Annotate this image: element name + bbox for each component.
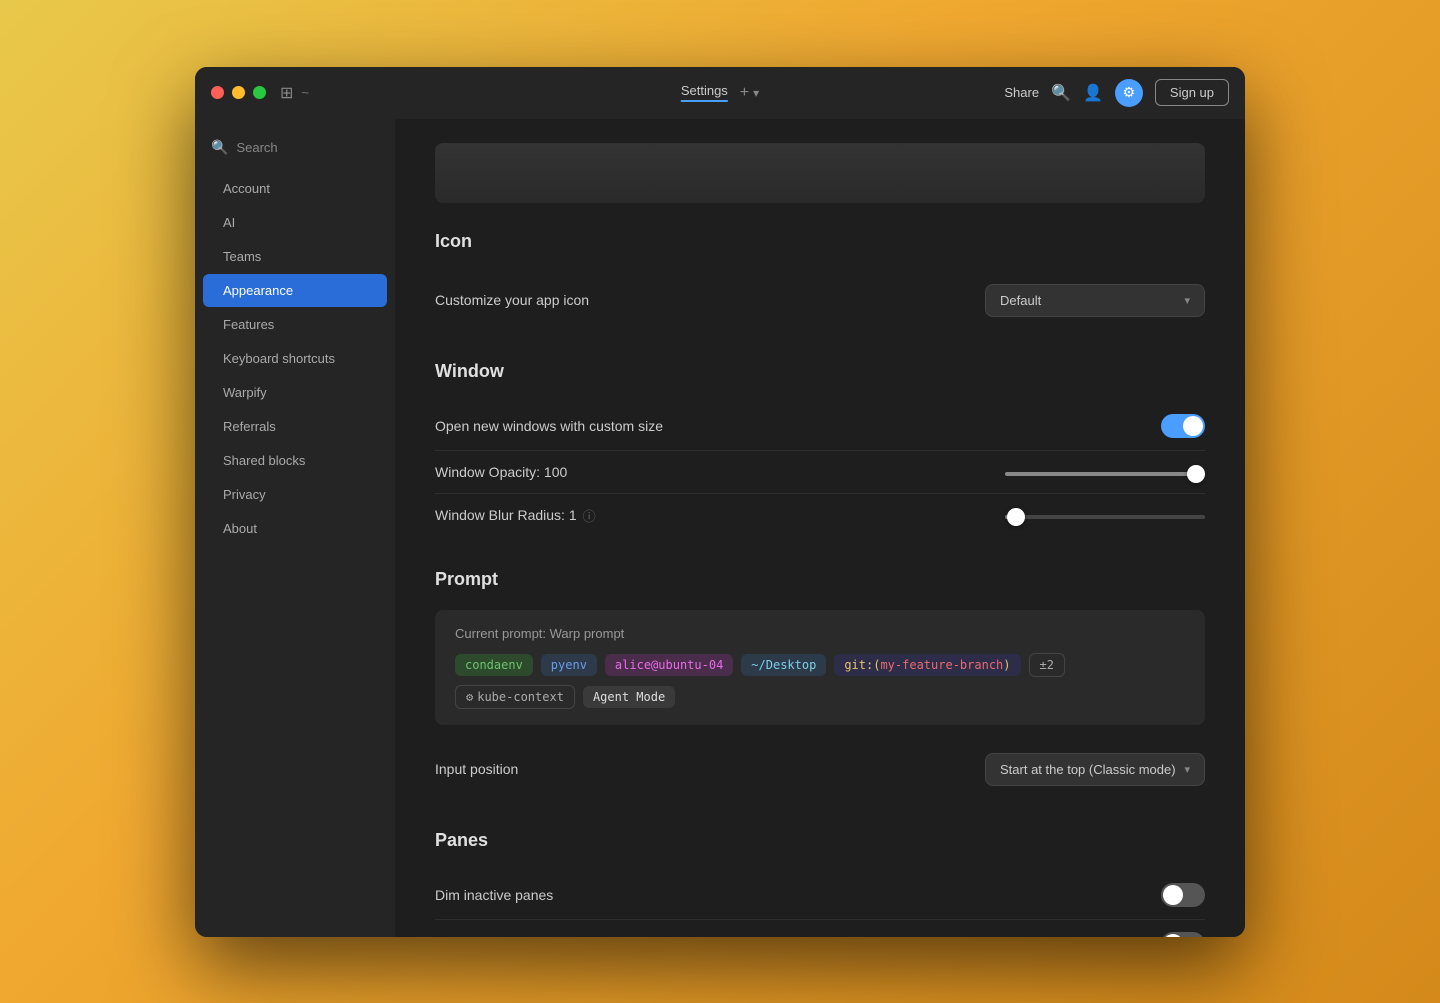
blur-slider-container: [1005, 506, 1205, 524]
panes-section: Panes Dim inactive panes Focus follows m…: [435, 830, 1205, 937]
blur-radius-row: Window Blur Radius: 1 ⓘ: [435, 494, 1205, 537]
input-position-value: Start at the top (Classic mode): [1000, 762, 1176, 777]
focus-follows-mouse-toggle[interactable]: [1161, 932, 1205, 937]
app-window: ⊞ ~ Settings + ▾ Share 🔍 👤 ⚙ Sign up 🔍 S…: [195, 67, 1245, 937]
icon-section: Icon Customize your app icon Default ▾: [435, 231, 1205, 329]
sidebar-item-teams[interactable]: Teams: [203, 240, 387, 273]
sidebar: 🔍 Search Account AI Teams Appearance Fea…: [195, 119, 395, 937]
delta-tag: ±2: [1029, 653, 1065, 677]
settings-panel: Icon Customize your app icon Default ▾ W…: [395, 119, 1245, 937]
custom-size-row: Open new windows with custom size: [435, 402, 1205, 451]
dim-inactive-toggle[interactable]: [1161, 883, 1205, 907]
input-position-row: Input position Start at the top (Classic…: [435, 741, 1205, 798]
window-section: Window Open new windows with custom size…: [435, 361, 1205, 537]
settings-icon[interactable]: ⚙: [1115, 79, 1143, 107]
current-directory: ~: [301, 85, 309, 100]
custom-size-label: Open new windows with custom size: [435, 418, 663, 434]
main-content: 🔍 Search Account AI Teams Appearance Fea…: [195, 119, 1245, 937]
blur-label: Window Blur Radius: 1: [435, 507, 577, 523]
opacity-slider-container: [1005, 463, 1205, 481]
icon-dropdown-chevron-icon: ▾: [1184, 294, 1190, 307]
blur-slider[interactable]: [1005, 515, 1205, 519]
icon-dropdown[interactable]: Default ▾: [985, 284, 1205, 317]
opacity-label: Window Opacity: 100: [435, 464, 567, 480]
app-icon: ⊞: [280, 83, 293, 103]
agent-mode-tag: Agent Mode: [583, 686, 675, 708]
minimize-button[interactable]: [232, 86, 245, 99]
traffic-lights: [211, 86, 266, 99]
new-tab-button[interactable]: +: [740, 84, 749, 102]
prompt-tags: condaenv pyenv alice@ubuntu-04 ~/Desktop…: [455, 653, 1185, 709]
prompt-preview: Current prompt: Warp prompt condaenv pye…: [435, 610, 1205, 725]
customize-icon-label: Customize your app icon: [435, 292, 589, 308]
toggle-knob: [1163, 934, 1183, 937]
sidebar-item-privacy[interactable]: Privacy: [203, 478, 387, 511]
titlebar-right: Share 🔍 👤 ⚙ Sign up: [1004, 79, 1229, 107]
panes-section-title: Panes: [435, 830, 1205, 851]
sidebar-item-warpify[interactable]: Warpify: [203, 376, 387, 409]
toggle-knob: [1183, 416, 1203, 436]
custom-size-toggle[interactable]: [1161, 414, 1205, 438]
sidebar-item-ai[interactable]: AI: [203, 206, 387, 239]
customize-icon-row: Customize your app icon Default ▾: [435, 272, 1205, 329]
input-position-dropdown[interactable]: Start at the top (Classic mode) ▾: [985, 753, 1205, 786]
input-position-chevron-icon: ▾: [1184, 763, 1190, 776]
git-tag: git:(my-feature-branch): [834, 654, 1020, 676]
signup-button[interactable]: Sign up: [1155, 79, 1229, 106]
window-section-title: Window: [435, 361, 1205, 382]
window-title: Settings: [681, 83, 728, 102]
sidebar-item-shared-blocks[interactable]: Shared blocks: [203, 444, 387, 477]
focus-follows-mouse-label: Focus follows mouse: [435, 936, 566, 937]
focus-follows-mouse-row: Focus follows mouse: [435, 920, 1205, 937]
pyenv-tag: pyenv: [541, 654, 597, 676]
tabs-chevron-icon[interactable]: ▾: [753, 86, 759, 100]
prompt-section-title: Prompt: [435, 569, 1205, 590]
close-button[interactable]: [211, 86, 224, 99]
blur-info-icon[interactable]: ⓘ: [583, 506, 596, 525]
condaenv-tag: condaenv: [455, 654, 533, 676]
search-icon[interactable]: 🔍: [1051, 83, 1071, 103]
blur-label-container: Window Blur Radius: 1 ⓘ: [435, 506, 596, 525]
top-banner: [435, 143, 1205, 203]
sidebar-item-keyboard-shortcuts[interactable]: Keyboard shortcuts: [203, 342, 387, 375]
search-bar[interactable]: 🔍 Search: [195, 131, 395, 164]
dim-inactive-label: Dim inactive panes: [435, 887, 553, 903]
sidebar-item-account[interactable]: Account: [203, 172, 387, 205]
toggle-knob: [1163, 885, 1183, 905]
icon-dropdown-value: Default: [1000, 293, 1041, 308]
user-tag: alice@ubuntu-04: [605, 654, 733, 676]
maximize-button[interactable]: [253, 86, 266, 99]
titlebar: ⊞ ~ Settings + ▾ Share 🔍 👤 ⚙ Sign up: [195, 67, 1245, 119]
kube-icon: ⚙: [466, 690, 473, 704]
sidebar-item-appearance[interactable]: Appearance: [203, 274, 387, 307]
prompt-section: Prompt Current prompt: Warp prompt conda…: [435, 569, 1205, 798]
kube-tag: ⚙ kube-context: [455, 685, 575, 709]
path-tag: ~/Desktop: [741, 654, 826, 676]
dim-inactive-row: Dim inactive panes: [435, 871, 1205, 920]
input-position-label: Input position: [435, 761, 518, 777]
titlebar-center: Settings + ▾: [681, 83, 759, 102]
sidebar-item-features[interactable]: Features: [203, 308, 387, 341]
search-placeholder: Search: [236, 140, 277, 155]
share-label[interactable]: Share: [1004, 85, 1039, 100]
search-icon: 🔍: [211, 139, 228, 156]
current-prompt-label: Current prompt: Warp prompt: [455, 626, 1185, 641]
user-icon[interactable]: 👤: [1083, 83, 1103, 103]
sidebar-item-about[interactable]: About: [203, 512, 387, 545]
opacity-row: Window Opacity: 100: [435, 451, 1205, 494]
icon-section-title: Icon: [435, 231, 1205, 252]
opacity-slider[interactable]: [1005, 472, 1205, 476]
sidebar-item-referrals[interactable]: Referrals: [203, 410, 387, 443]
